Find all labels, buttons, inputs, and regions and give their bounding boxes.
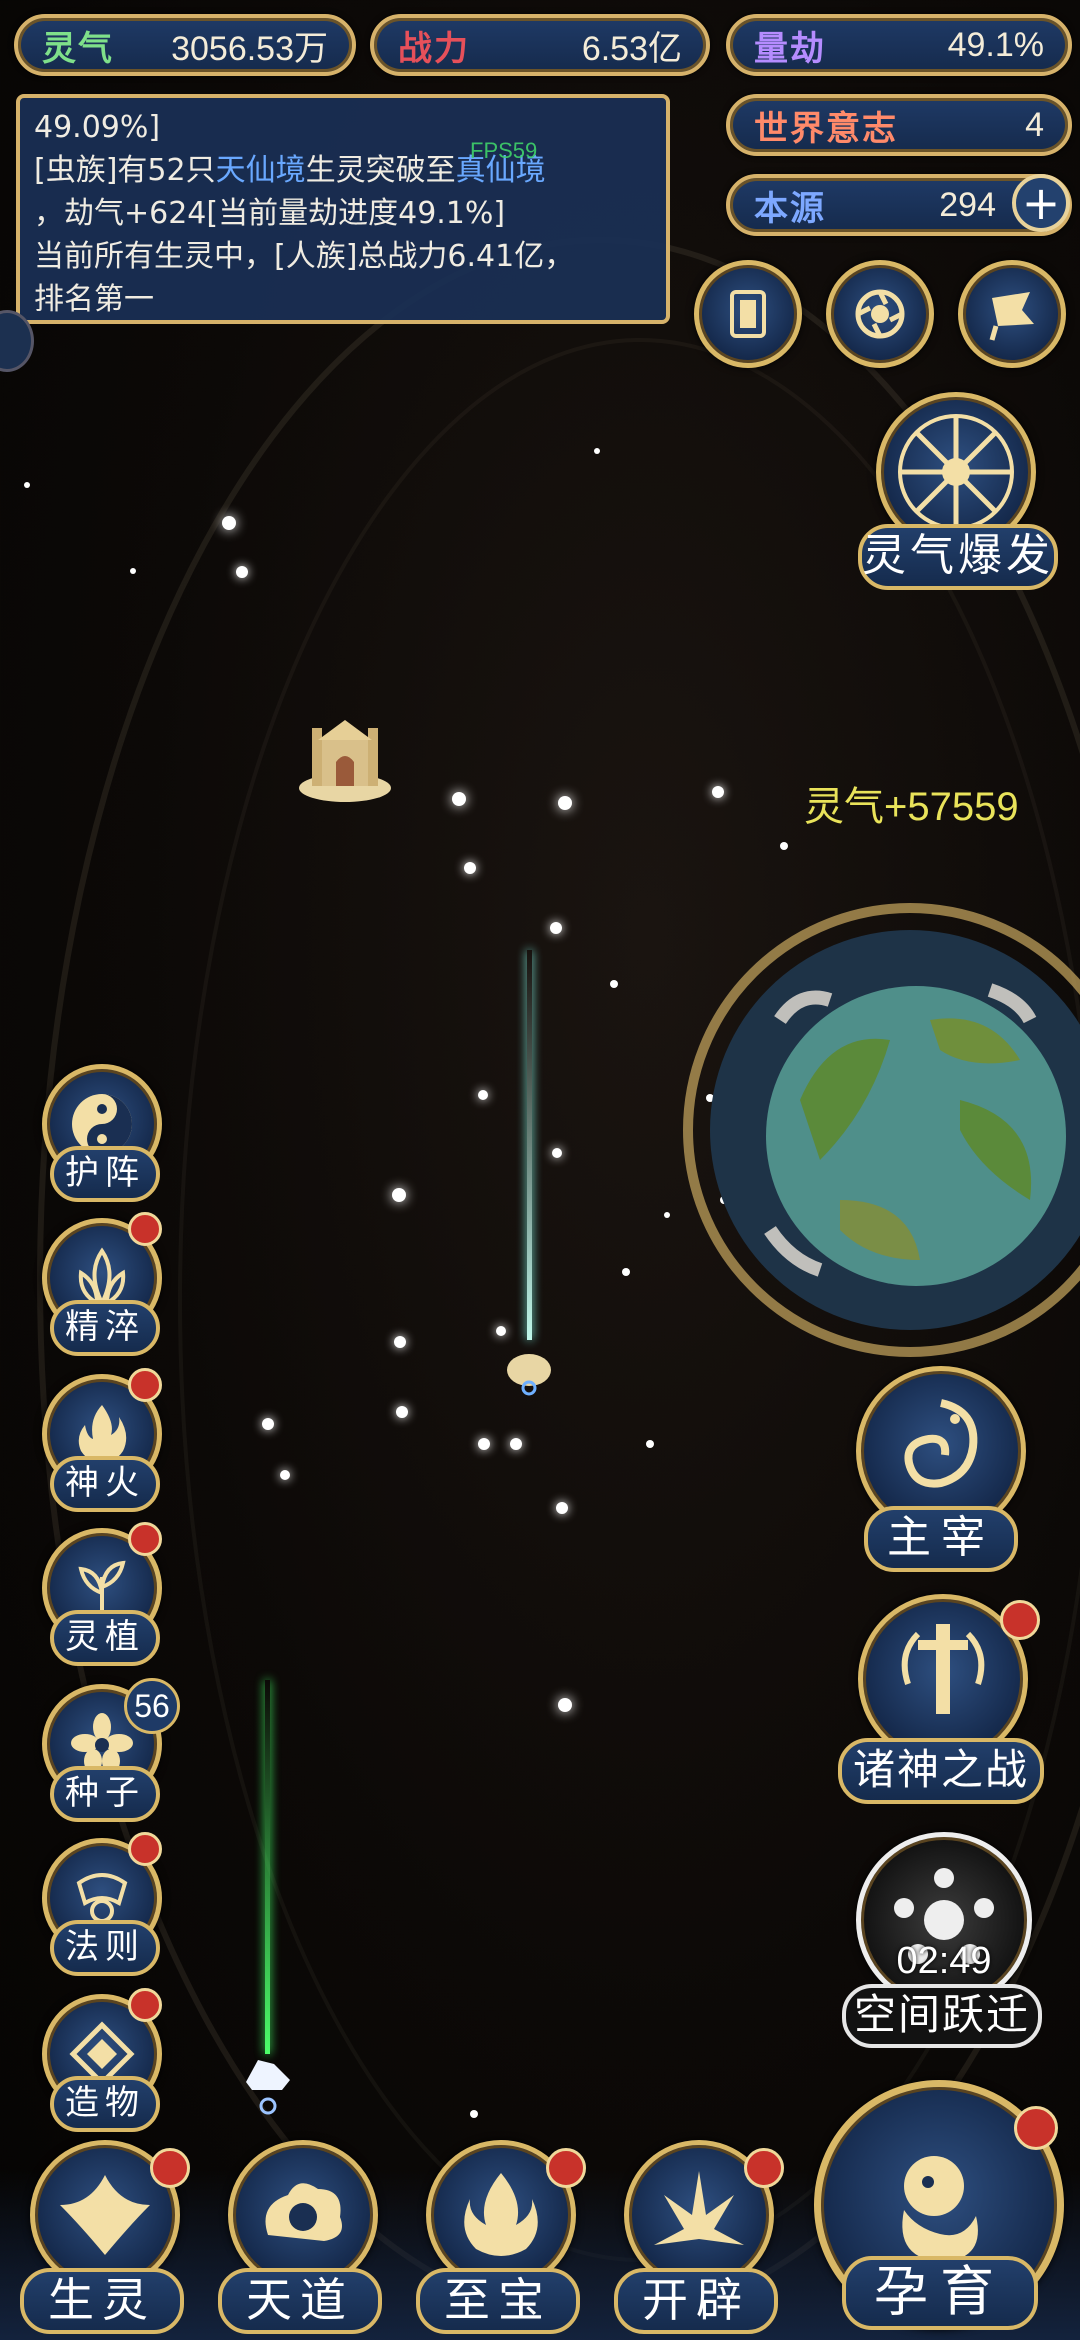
lingqi-burst[interactable]: 灵气爆发 xyxy=(858,392,1068,602)
bottom-button-kaipi[interactable]: 开辟 xyxy=(606,2140,786,2340)
bottom-button-label: 开辟 xyxy=(614,2268,778,2334)
side-button-label: 神火 xyxy=(50,1456,160,1512)
side-button-label: 灵植 xyxy=(50,1610,160,1666)
log-line: 49.09%] xyxy=(34,110,161,145)
liangjie-stat: 量劫 49.1% xyxy=(726,14,1072,76)
shijie-label: 世界意志 xyxy=(754,108,898,149)
bottom-button-label: 生灵 xyxy=(20,2268,184,2334)
godwar-label: 诸神之战 xyxy=(838,1738,1044,1804)
shijie-stat: 世界意志 4 xyxy=(726,94,1072,156)
side-button-label: 精淬 xyxy=(50,1300,160,1356)
side-button-shenhuo[interactable]: 神火 xyxy=(38,1368,172,1514)
portal-button[interactable] xyxy=(826,260,934,368)
jump-timer: 02:49 xyxy=(896,1940,992,1982)
zhanli-stat: 战力 6.53亿 xyxy=(370,14,710,76)
bottom-button-shengling[interactable]: 生灵 xyxy=(12,2140,192,2340)
lingqi-label: 灵气 xyxy=(42,28,114,69)
notification-dot xyxy=(744,2148,784,2188)
palace-sprite[interactable] xyxy=(296,710,394,806)
side-button-label: 造物 xyxy=(50,2076,160,2132)
side-button-jingcui[interactable]: 精淬 xyxy=(38,1212,172,1358)
lingqi-gain-text: 灵气+57559 xyxy=(804,785,1019,829)
log-line: [虫族]有52只天仙境生灵突破至真仙境 xyxy=(34,153,546,188)
space-jump-label: 空间跃迁 xyxy=(842,1984,1042,2048)
side-button-lingzhi[interactable]: 灵植 xyxy=(38,1522,172,1668)
creature-sprite[interactable] xyxy=(240,2046,296,2116)
liangjie-value: 49.1% xyxy=(947,25,1044,64)
side-button-faze[interactable]: 法则 xyxy=(38,1832,172,1978)
lingqi-stat: 灵气 3056.53万 xyxy=(14,14,356,76)
fps-counter: FPS59 xyxy=(470,138,538,163)
add-benyuan-button[interactable]: + xyxy=(1012,174,1070,232)
side-button-zhongzi[interactable]: 种子 56 xyxy=(38,1678,180,1824)
shijie-value: 4 xyxy=(1025,105,1044,144)
bottom-button-zhibao[interactable]: 至宝 xyxy=(408,2140,588,2340)
lingqi-value: 3056.53万 xyxy=(171,29,328,68)
godwar-button[interactable]: 诸神之战 xyxy=(838,1594,1048,1808)
notification-dot xyxy=(128,1522,162,1556)
master-button[interactable]: 主宰 xyxy=(846,1366,1036,1576)
log-line: ，劫气+624[当前量劫进度49.1%] xyxy=(34,196,506,231)
seed-count-badge: 56 xyxy=(124,1678,180,1734)
side-button-zaowu[interactable]: 造物 xyxy=(38,1988,172,2134)
flag-button[interactable] xyxy=(958,260,1066,368)
event-log[interactable]: 49.09%] [虫族]有52只天仙境生灵突破至真仙境 ，劫气+624[当前量劫… xyxy=(16,94,670,324)
benyuan-value: 294 xyxy=(939,185,996,224)
light-beam xyxy=(527,950,532,1340)
log-line: 当前所有生灵中，[人族]总战力6.41亿， xyxy=(34,239,575,274)
bottom-button-tiandao[interactable]: 天道 xyxy=(210,2140,390,2340)
zhanli-value: 6.53亿 xyxy=(581,29,682,68)
benyuan-stat: 本源 294 + xyxy=(726,174,1072,236)
light-beam xyxy=(265,1680,270,2054)
side-button-label: 种子 xyxy=(50,1766,160,1822)
notification-dot xyxy=(128,1212,162,1246)
planet-icon xyxy=(683,903,1080,1357)
starburst-icon xyxy=(898,414,1014,530)
notification-dot xyxy=(546,2148,586,2188)
notification-dot xyxy=(128,1988,162,2022)
bottom-button-label: 天道 xyxy=(218,2268,382,2334)
palace-icon xyxy=(299,720,391,802)
flag-icon xyxy=(989,292,1034,341)
log-line: 排名第一 xyxy=(34,282,154,317)
notification-dot xyxy=(128,1832,162,1866)
master-label: 主宰 xyxy=(864,1506,1018,1572)
card-button[interactable] xyxy=(694,260,802,368)
notification-dot xyxy=(128,1368,162,1402)
bottom-button-label: 至宝 xyxy=(416,2268,580,2334)
notification-dot xyxy=(1000,1600,1040,1640)
creature-sprite[interactable] xyxy=(504,1340,554,1396)
nurture-button[interactable]: 孕育 xyxy=(810,2080,1076,2338)
side-button-huzhen[interactable]: 护阵 xyxy=(38,1064,172,1204)
side-button-label: 护阵 xyxy=(50,1146,160,1202)
burst-label: 灵气爆发 xyxy=(858,524,1058,590)
benyuan-label: 本源 xyxy=(754,188,826,229)
zhanli-label: 战力 xyxy=(398,28,470,69)
liangjie-label: 量劫 xyxy=(754,28,826,69)
side-button-label: 法则 xyxy=(50,1920,160,1976)
card-icon xyxy=(730,290,766,338)
vortex-icon xyxy=(855,289,905,339)
world-planet[interactable] xyxy=(660,900,1080,1360)
notification-dot xyxy=(1014,2106,1058,2150)
notification-dot xyxy=(150,2148,190,2188)
space-jump-button[interactable]: 02:49 空间跃迁 xyxy=(838,1832,1048,2052)
nurture-label: 孕育 xyxy=(842,2256,1038,2330)
